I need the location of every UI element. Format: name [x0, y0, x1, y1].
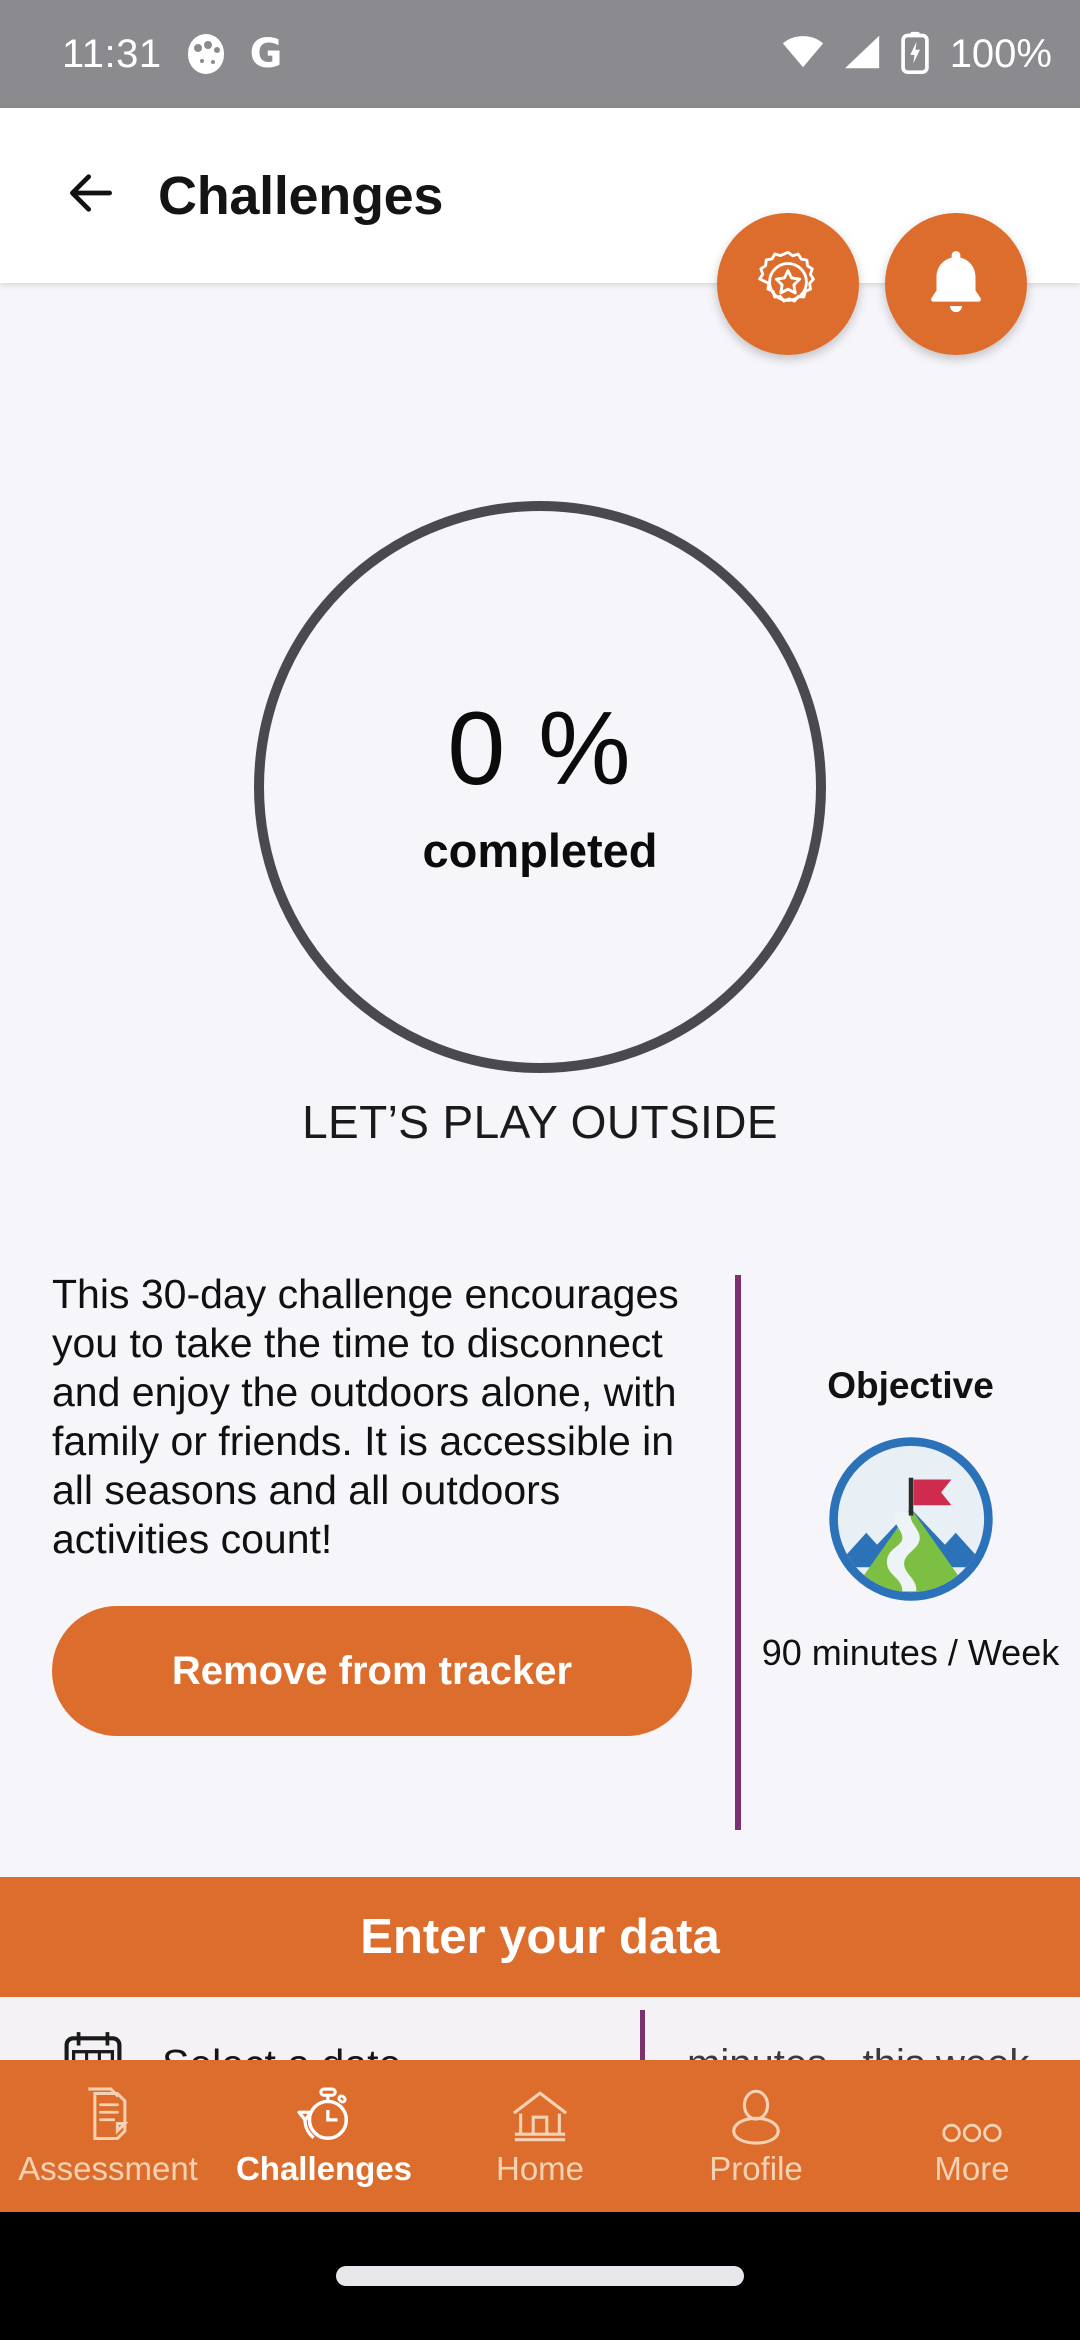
challenge-name: LET’S PLAY OUTSIDE	[302, 1096, 778, 1148]
nav-item-profile[interactable]: Profile	[648, 2084, 864, 2188]
signal-icon	[842, 34, 884, 75]
objective-value: 90 minutes / Week	[761, 1632, 1060, 1673]
progress-label: completed	[422, 823, 658, 877]
status-bar: 11:31 G 100%	[0, 0, 1080, 108]
bottom-navigation: Assessment Challenges Home Profile More	[0, 2060, 1080, 2212]
enter-data-banner[interactable]: Enter your data	[0, 1877, 1080, 1997]
wifi-icon	[780, 34, 826, 75]
rewards-button[interactable]	[717, 213, 859, 355]
page-title: Challenges	[158, 165, 444, 226]
progress-ring-container: 0 % completed	[0, 501, 1080, 1073]
ellipsis-icon	[939, 2084, 1005, 2146]
back-button[interactable]	[56, 161, 126, 231]
nav-item-home[interactable]: Home	[432, 2084, 648, 2188]
gesture-handle[interactable]	[336, 2266, 744, 2286]
battery-percent: 100%	[949, 31, 1052, 76]
nav-item-challenges[interactable]: Challenges	[216, 2084, 432, 2188]
nav-label-challenges: Challenges	[235, 2150, 413, 2187]
objective-column: Objective 90 minutes / Week	[741, 1270, 1080, 1840]
cow-app-icon	[187, 34, 224, 74]
nav-label-more: More	[934, 2150, 1010, 2187]
status-bar-right: 100%	[780, 30, 1052, 79]
gesture-navigation-bar	[0, 2212, 1080, 2340]
google-icon: G	[249, 31, 283, 77]
stopwatch-icon	[293, 2084, 355, 2146]
objective-title: Objective	[827, 1365, 994, 1406]
notifications-button[interactable]	[885, 213, 1027, 355]
nav-label-home: Home	[495, 2150, 585, 2187]
bell-icon	[916, 242, 996, 327]
challenge-description-column: This 30-day challenge encourages you to …	[0, 1270, 735, 1840]
nav-label-profile: Profile	[709, 2150, 803, 2187]
house-icon	[509, 2084, 571, 2146]
nav-item-assessment[interactable]: Assessment	[0, 2084, 216, 2188]
challenge-info-section: This 30-day challenge encourages you to …	[0, 1270, 1080, 1840]
battery-charging-icon	[900, 30, 930, 79]
mountain-flag-icon	[825, 1433, 997, 1610]
nav-label-assessment: Assessment	[18, 2150, 198, 2187]
back-arrow-icon	[63, 165, 119, 226]
status-bar-clock: 11:31	[62, 31, 162, 76]
document-icon	[78, 2084, 138, 2146]
challenge-description: This 30-day challenge encourages you to …	[52, 1271, 679, 1562]
app-screen: 11:31 G 100% Challenges 0 % completed LE…	[0, 0, 1080, 2340]
remove-from-tracker-button[interactable]: Remove from tracker	[52, 1606, 692, 1736]
nav-item-more[interactable]: More	[864, 2084, 1080, 2188]
progress-percent: 0 %	[447, 690, 633, 807]
progress-ring: 0 % completed	[254, 501, 826, 1073]
person-icon	[727, 2084, 785, 2146]
status-bar-left: 11:31 G	[62, 32, 282, 77]
badge-star-icon	[752, 246, 824, 323]
